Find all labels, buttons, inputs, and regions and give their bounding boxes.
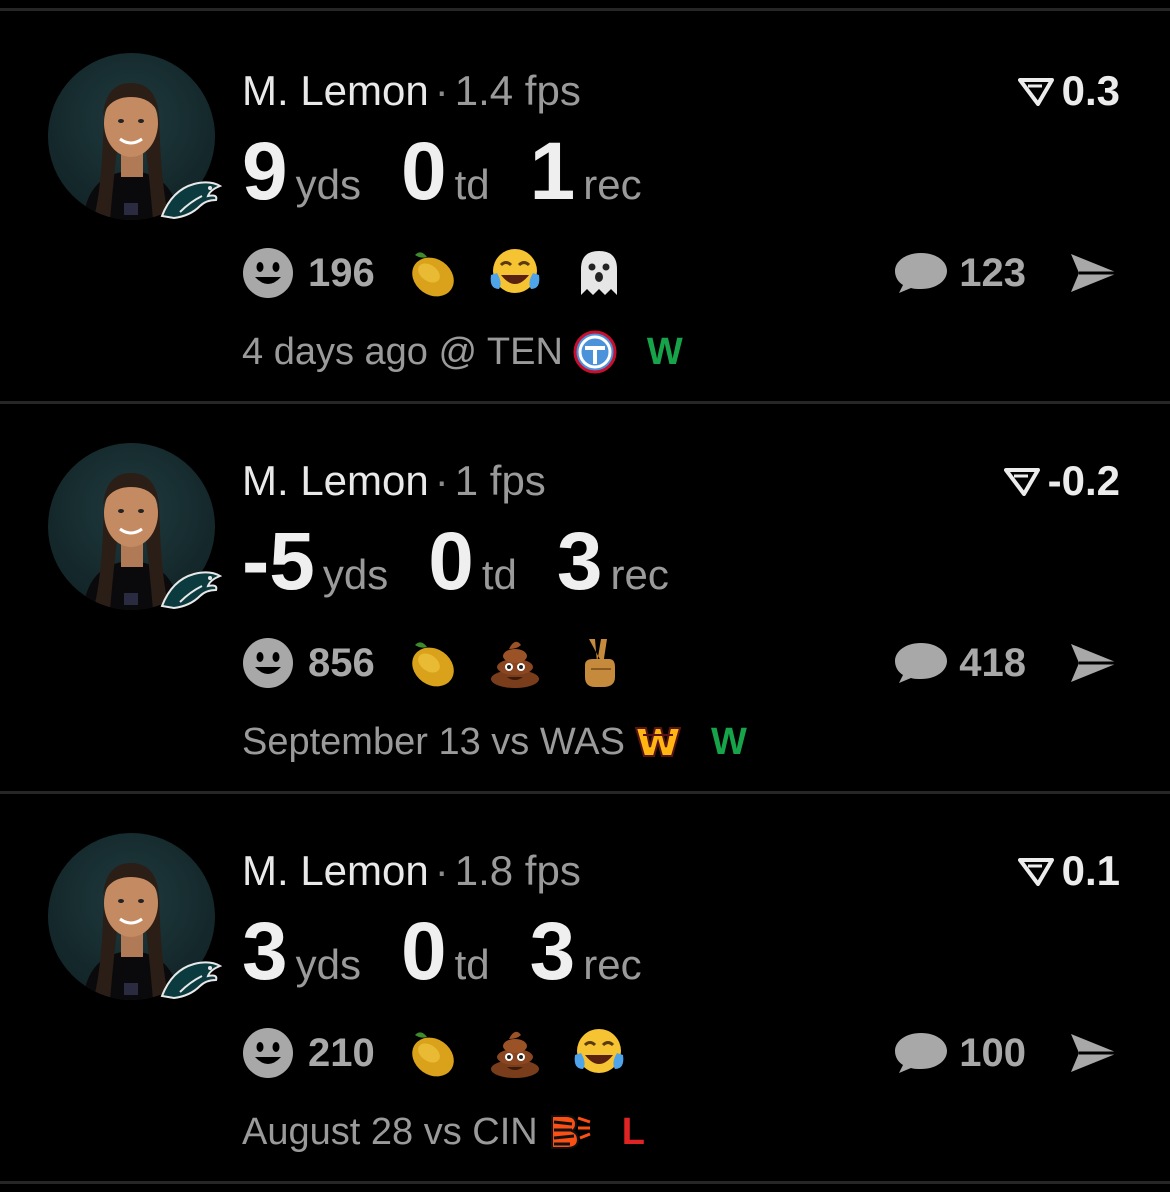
rating-value: 0.3 [1061, 67, 1120, 114]
tears-of-joy-emoji[interactable] [571, 1025, 627, 1081]
poop-emoji[interactable] [487, 1025, 543, 1081]
share-send-icon[interactable] [1068, 1031, 1120, 1075]
tears-of-joy-emoji[interactable] [487, 245, 543, 301]
player-name[interactable]: M. Lemon [242, 457, 429, 504]
game-card[interactable]: M. Lemon · 1.8 fps 0.1 3 yds 0 td 3 rec 210 [0, 791, 1170, 1178]
separator-dot: · [434, 457, 449, 504]
lemon-emoji[interactable] [403, 245, 459, 301]
rec-value: 1 [529, 126, 576, 217]
game-date-opponent: August 28 vs CIN [242, 1110, 538, 1153]
separator-dot: · [434, 847, 449, 894]
td-unit: td [481, 551, 517, 598]
separator-dot: · [434, 67, 449, 114]
stat-line: 3 yds 0 td 3 rec [242, 907, 682, 997]
yards-value: 3 [242, 906, 288, 997]
comment-count: 123 [959, 250, 1026, 295]
fps-rating-icon [1003, 468, 1040, 496]
comment-icon[interactable] [893, 251, 949, 295]
td-unit: td [454, 161, 490, 208]
yards-unit: yds [322, 551, 389, 598]
reaction-count: 210 [308, 1030, 375, 1075]
fps-rating-icon [1017, 858, 1054, 886]
yards-unit: yds [295, 161, 361, 208]
game-feed: M. Lemon · 1.4 fps 0.3 9 yds 0 td 1 rec 196 [0, 0, 1170, 1192]
commanders-logo [634, 727, 681, 757]
fps-value: 1.8 fps [454, 847, 581, 894]
reactions: 856 [242, 635, 655, 691]
smiley-reaction-icon[interactable] [242, 1027, 294, 1079]
bengals-logo [550, 1115, 591, 1149]
comment-icon[interactable] [893, 1031, 949, 1075]
comment-icon[interactable] [893, 641, 949, 685]
eagles-logo [160, 571, 222, 610]
game-result: W [646, 330, 683, 373]
player-name[interactable]: M. Lemon [242, 847, 429, 894]
yards-unit: yds [295, 941, 361, 988]
victory-hand-emoji[interactable] [571, 635, 627, 691]
rating-value: -0.2 [1047, 457, 1120, 504]
reactions: 210 [242, 1025, 655, 1081]
rec-value: 3 [529, 906, 576, 997]
comment-count: 418 [959, 640, 1026, 685]
td-value: 0 [400, 126, 447, 217]
player-name[interactable]: M. Lemon [242, 67, 429, 114]
name-row: M. Lemon · 1.8 fps [242, 847, 581, 895]
rec-unit: rec [583, 941, 642, 988]
reaction-count: 196 [308, 250, 375, 295]
rec-value: 3 [556, 516, 603, 607]
lemon-emoji[interactable] [403, 635, 459, 691]
game-result: L [621, 1110, 645, 1153]
rec-unit: rec [583, 161, 642, 208]
stat-line: 9 yds 0 td 1 rec [242, 127, 682, 217]
reaction-count: 856 [308, 640, 375, 685]
comments: 418 [893, 635, 1120, 691]
td-unit: td [454, 941, 490, 988]
titans-logo [573, 330, 617, 374]
game-meta: September 13 vs WAS W [242, 719, 747, 765]
yards-value: 9 [242, 126, 288, 217]
rating-value: 0.1 [1061, 847, 1120, 894]
comment-count: 100 [959, 1030, 1026, 1075]
comments: 123 [893, 245, 1120, 301]
fps-value: 1 fps [454, 457, 546, 504]
share-send-icon[interactable] [1068, 251, 1120, 295]
poop-emoji[interactable] [487, 635, 543, 691]
eagles-logo [160, 961, 222, 1000]
lemon-emoji[interactable] [403, 1025, 459, 1081]
rating[interactable]: -0.2 [1003, 457, 1120, 505]
name-row: M. Lemon · 1.4 fps [242, 67, 581, 115]
game-date-opponent: 4 days ago @ TEN [242, 330, 563, 373]
ghost-emoji[interactable] [571, 245, 627, 301]
fps-value: 1.4 fps [454, 67, 581, 114]
stat-line: -5 yds 0 td 3 rec [242, 517, 709, 607]
td-value: 0 [428, 516, 474, 607]
game-card[interactable]: M. Lemon · 1 fps -0.2 -5 yds 0 td 3 rec 856 [0, 401, 1170, 788]
game-meta: 4 days ago @ TEN W [242, 329, 683, 375]
comments: 100 [893, 1025, 1120, 1081]
reactions: 196 [242, 245, 655, 301]
game-meta: August 28 vs CIN L [242, 1109, 645, 1155]
rating[interactable]: 0.3 [1017, 67, 1120, 115]
name-row: M. Lemon · 1 fps [242, 457, 546, 505]
divider [0, 1181, 1170, 1184]
yards-value: -5 [242, 516, 315, 607]
game-card[interactable]: M. Lemon · 1.4 fps 0.3 9 yds 0 td 1 rec 196 [0, 11, 1170, 398]
eagles-logo [160, 181, 222, 220]
smiley-reaction-icon[interactable] [242, 247, 294, 299]
rec-unit: rec [610, 551, 669, 598]
td-value: 0 [400, 906, 447, 997]
rating[interactable]: 0.1 [1017, 847, 1120, 895]
game-result: W [710, 720, 747, 763]
game-date-opponent: September 13 vs WAS [242, 720, 625, 763]
share-send-icon[interactable] [1068, 641, 1120, 685]
smiley-reaction-icon[interactable] [242, 637, 294, 689]
fps-rating-icon [1017, 78, 1054, 106]
